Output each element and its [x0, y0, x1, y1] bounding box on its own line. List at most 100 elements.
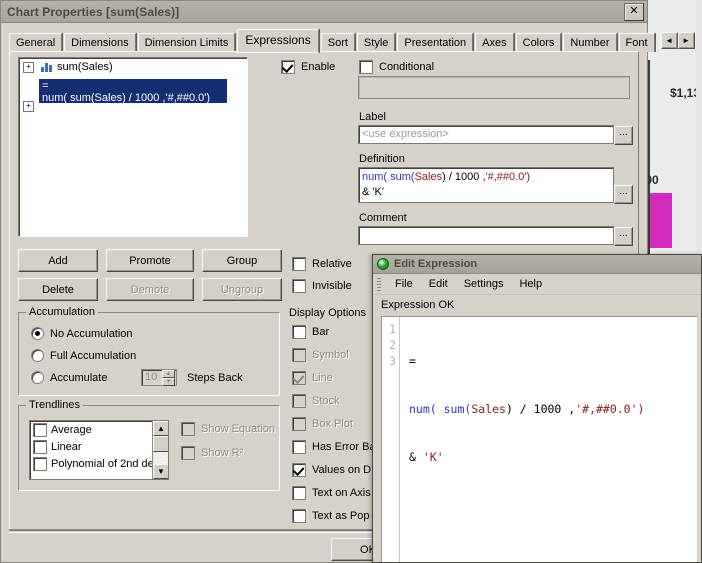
checkbox-box-icon[interactable] — [292, 440, 306, 454]
close-icon[interactable]: ✕ — [624, 3, 644, 21]
tab-number[interactable]: Number — [563, 33, 616, 52]
line-number: 3 — [382, 353, 396, 369]
menu-gripper-icon[interactable] — [377, 278, 381, 291]
label-input[interactable]: <use expression> — [358, 125, 614, 144]
code-line-1: = — [409, 353, 697, 369]
tree-item-sum-sales[interactable]: + sum(Sales) — [19, 58, 247, 76]
checkbox-line: Line — [292, 371, 333, 385]
label-placeholder: <use expression> — [362, 128, 449, 140]
list-item[interactable]: Polynomial of 2nd de — [30, 455, 168, 472]
checkbox-box-icon[interactable] — [292, 279, 306, 293]
checkbox-values-on-data-points[interactable]: Values on D — [292, 463, 371, 477]
checkbox-box-icon[interactable] — [292, 509, 306, 523]
conditional-input — [358, 76, 630, 99]
group-button[interactable]: Group — [202, 249, 282, 272]
expression-tree[interactable]: + sum(Sales) + = num( sum(Sales) / 1000 … — [18, 57, 248, 237]
show-r2-label: Show R² — [201, 447, 243, 459]
text-on-axis-label: Text on Axis — [312, 487, 371, 499]
checkbox-average[interactable] — [33, 423, 47, 437]
text-as-popup-label: Text as Pop — [312, 510, 369, 522]
trendlines-scrollbar[interactable]: ▲ ▼ — [152, 421, 168, 479]
invisible-label: Invisible — [312, 280, 352, 292]
scroll-down-icon[interactable]: ▼ — [153, 464, 169, 479]
checkbox-polynomial-2nd[interactable] — [33, 457, 47, 471]
add-button[interactable]: Add — [18, 249, 98, 272]
tab-dimension-limits[interactable]: Dimension Limits — [138, 33, 236, 52]
expression-editor[interactable]: 1 2 3 = num( sum(Sales) / 1000 ,'#,##0.0… — [381, 316, 697, 562]
checkbox-conditional[interactable]: Conditional — [359, 60, 434, 74]
tab-general[interactable]: General — [9, 33, 62, 52]
stepper-down-icon[interactable]: ▼ — [162, 378, 175, 386]
editor-line-numbers: 1 2 3 — [382, 317, 400, 562]
checkbox-box-plot: Box Plot — [292, 417, 353, 431]
values-on-data-label: Values on D — [312, 464, 371, 476]
checkbox-box-icon — [181, 422, 195, 436]
tab-expressions[interactable]: Expressions — [237, 29, 318, 53]
tab-sort[interactable]: Sort — [321, 33, 355, 52]
tab-colors[interactable]: Colors — [516, 33, 562, 52]
scrollbar-thumb[interactable] — [153, 436, 169, 452]
dialog-title: Chart Properties [sum(Sales)] — [7, 5, 179, 19]
menu-edit[interactable]: Edit — [421, 277, 456, 291]
checkbox-box-icon[interactable] — [292, 463, 306, 477]
tree-item-label: sum(Sales) — [57, 61, 113, 73]
tab-font[interactable]: Font — [619, 33, 655, 52]
radio-dot-icon[interactable] — [31, 349, 44, 362]
checkbox-invisible[interactable]: Invisible — [292, 279, 352, 293]
tab-presentation[interactable]: Presentation — [397, 33, 473, 52]
radio-no-accumulation-label: No Accumulation — [50, 328, 133, 340]
editor-code-area[interactable]: = num( sum(Sales) / 1000 ,'#,##0.0') & '… — [401, 317, 697, 562]
comment-browse-button[interactable]: ... — [614, 227, 633, 246]
checkbox-enable[interactable]: Enable — [281, 60, 335, 74]
menu-help[interactable]: Help — [511, 277, 550, 291]
checkbox-box-icon[interactable] — [359, 60, 373, 74]
radio-full-accumulation[interactable]: Full Accumulation — [31, 349, 136, 362]
checkbox-box-icon[interactable] — [281, 60, 295, 74]
list-item[interactable]: Linear — [30, 438, 168, 455]
checkbox-has-error-bars[interactable]: Has Error Ba — [292, 440, 376, 454]
comment-input[interactable] — [358, 226, 614, 245]
checkbox-box-icon[interactable] — [292, 257, 306, 271]
tab-dimensions[interactable]: Dimensions — [64, 33, 135, 52]
expander-plus-icon[interactable]: + — [23, 62, 34, 73]
checkbox-show-equation: Show Equation — [181, 422, 275, 436]
edit-expression-window: Edit Expression File Edit Settings Help … — [372, 254, 702, 563]
tree-item-selected[interactable]: = num( sum(Sales) / 1000 ,'#,##0.0') — [39, 79, 227, 103]
stepper-buttons[interactable]: ▲ ▼ — [162, 370, 175, 385]
trendlines-list[interactable]: Average Linear Polynomial of 2nd de ▲ ▼ — [29, 420, 169, 480]
scroll-up-icon[interactable]: ▲ — [153, 421, 169, 436]
tab-scroll-left-icon[interactable]: ◄ — [661, 32, 678, 49]
checkbox-bar[interactable]: Bar — [292, 325, 329, 339]
label-browse-button[interactable]: ... — [614, 126, 633, 145]
checkbox-relative[interactable]: Relative — [292, 257, 352, 271]
tab-style[interactable]: Style — [357, 33, 395, 52]
radio-no-accumulation[interactable]: No Accumulation — [31, 327, 133, 340]
definition-input[interactable]: num( sum(Sales) / 1000 ,'#,##0.0') & 'K' — [358, 167, 614, 203]
tab-scroll-right-icon[interactable]: ► — [678, 32, 695, 49]
menu-file[interactable]: File — [387, 277, 421, 291]
stock-label: Stock — [312, 395, 340, 407]
list-item[interactable]: Average — [30, 421, 168, 438]
checkbox-text-on-axis[interactable]: Text on Axis — [292, 486, 371, 500]
relative-label: Relative — [312, 258, 352, 270]
checkbox-box-icon[interactable] — [292, 325, 306, 339]
checkbox-linear[interactable] — [33, 440, 47, 454]
checkbox-text-as-popup[interactable]: Text as Pop — [292, 509, 369, 523]
stepper-up-icon[interactable]: ▲ — [162, 370, 175, 378]
accumulation-group-label: Accumulation — [26, 306, 98, 318]
expander-plus-icon-2[interactable]: + — [23, 101, 34, 112]
promote-button[interactable]: Promote — [106, 249, 194, 272]
bar-label: Bar — [312, 326, 329, 338]
delete-button[interactable]: Delete — [18, 278, 98, 301]
tab-axes[interactable]: Axes — [475, 33, 513, 52]
radio-dot-icon[interactable] — [31, 371, 44, 384]
box-plot-label: Box Plot — [312, 418, 353, 430]
scrollbar-track[interactable] — [153, 452, 169, 464]
label-caption: Label — [359, 111, 386, 123]
radio-dot-icon[interactable] — [31, 327, 44, 340]
steps-back-stepper[interactable]: 10 ▲ ▼ — [141, 369, 177, 386]
checkbox-box-icon[interactable] — [292, 486, 306, 500]
definition-browse-button[interactable]: ... — [614, 185, 633, 204]
menu-settings[interactable]: Settings — [456, 277, 512, 291]
radio-accumulate[interactable]: Accumulate — [31, 371, 107, 384]
